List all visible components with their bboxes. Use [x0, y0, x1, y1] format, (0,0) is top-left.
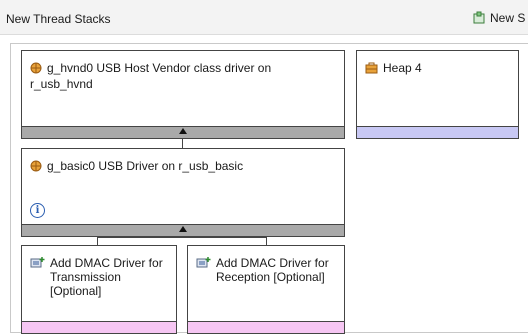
connector-line — [182, 139, 183, 148]
add-module-icon — [196, 256, 211, 284]
stack-dmac-rx-label-wrap: Add DMAC Driver for Reception [Optional] — [196, 256, 338, 284]
add-module-icon — [30, 256, 45, 298]
stack-heap4[interactable]: Heap 4 — [356, 50, 519, 139]
stack-basic0-label: g_basic0 USB Driver on r_usb_basic — [47, 159, 244, 173]
collapse-arrow-icon[interactable] — [179, 226, 187, 232]
stack-heap4-bar — [357, 126, 518, 138]
view-header: New Thread Stacks New S — [0, 0, 528, 35]
heap-icon — [365, 62, 378, 77]
module-icon — [30, 62, 42, 77]
stack-heap4-label-wrap: Heap 4 — [365, 61, 422, 77]
stack-hvnd0-bar[interactable] — [22, 126, 344, 138]
stack-dmac-tx-bar — [22, 321, 176, 333]
stack-basic0-label-wrap: g_basic0 USB Driver on r_usb_basic — [30, 159, 243, 175]
collapse-arrow-icon[interactable] — [179, 128, 187, 134]
stack-dmac-rx[interactable]: Add DMAC Driver for Reception [Optional] — [187, 245, 345, 334]
stack-dmac-rx-bar — [188, 321, 344, 333]
stack-dmac-tx-label-wrap: Add DMAC Driver for Transmission [Option… — [30, 256, 170, 298]
connector-line — [266, 237, 267, 245]
stack-heap4-label: Heap 4 — [383, 61, 422, 75]
info-icon[interactable]: i — [30, 203, 45, 218]
stack-dmac-rx-label: Add DMAC Driver for Reception [Optional] — [216, 256, 329, 284]
stack-hvnd0[interactable]: g_hvnd0 USB Host Vendor class driver on … — [21, 50, 345, 139]
connector-line — [97, 237, 98, 245]
connector-line — [97, 237, 267, 238]
stacks-canvas: g_hvnd0 USB Host Vendor class driver on … — [10, 43, 528, 334]
stack-dmac-tx-label: Add DMAC Driver for Transmission [Option… — [50, 256, 163, 298]
stack-dmac-tx[interactable]: Add DMAC Driver for Transmission [Option… — [21, 245, 177, 334]
module-icon — [30, 160, 42, 175]
stack-basic0-bar[interactable] — [22, 224, 344, 236]
view-title: New Thread Stacks — [6, 12, 111, 26]
new-stack-label: New S — [490, 11, 526, 25]
new-stack-button[interactable]: New S — [472, 11, 525, 28]
stack-hvnd0-label: g_hvnd0 USB Host Vendor class driver on … — [30, 61, 272, 91]
stack-basic0[interactable]: g_basic0 USB Driver on r_usb_basic i — [21, 148, 345, 237]
stack-hvnd0-label-wrap: g_hvnd0 USB Host Vendor class driver on … — [30, 61, 330, 91]
new-stack-icon — [472, 11, 486, 28]
